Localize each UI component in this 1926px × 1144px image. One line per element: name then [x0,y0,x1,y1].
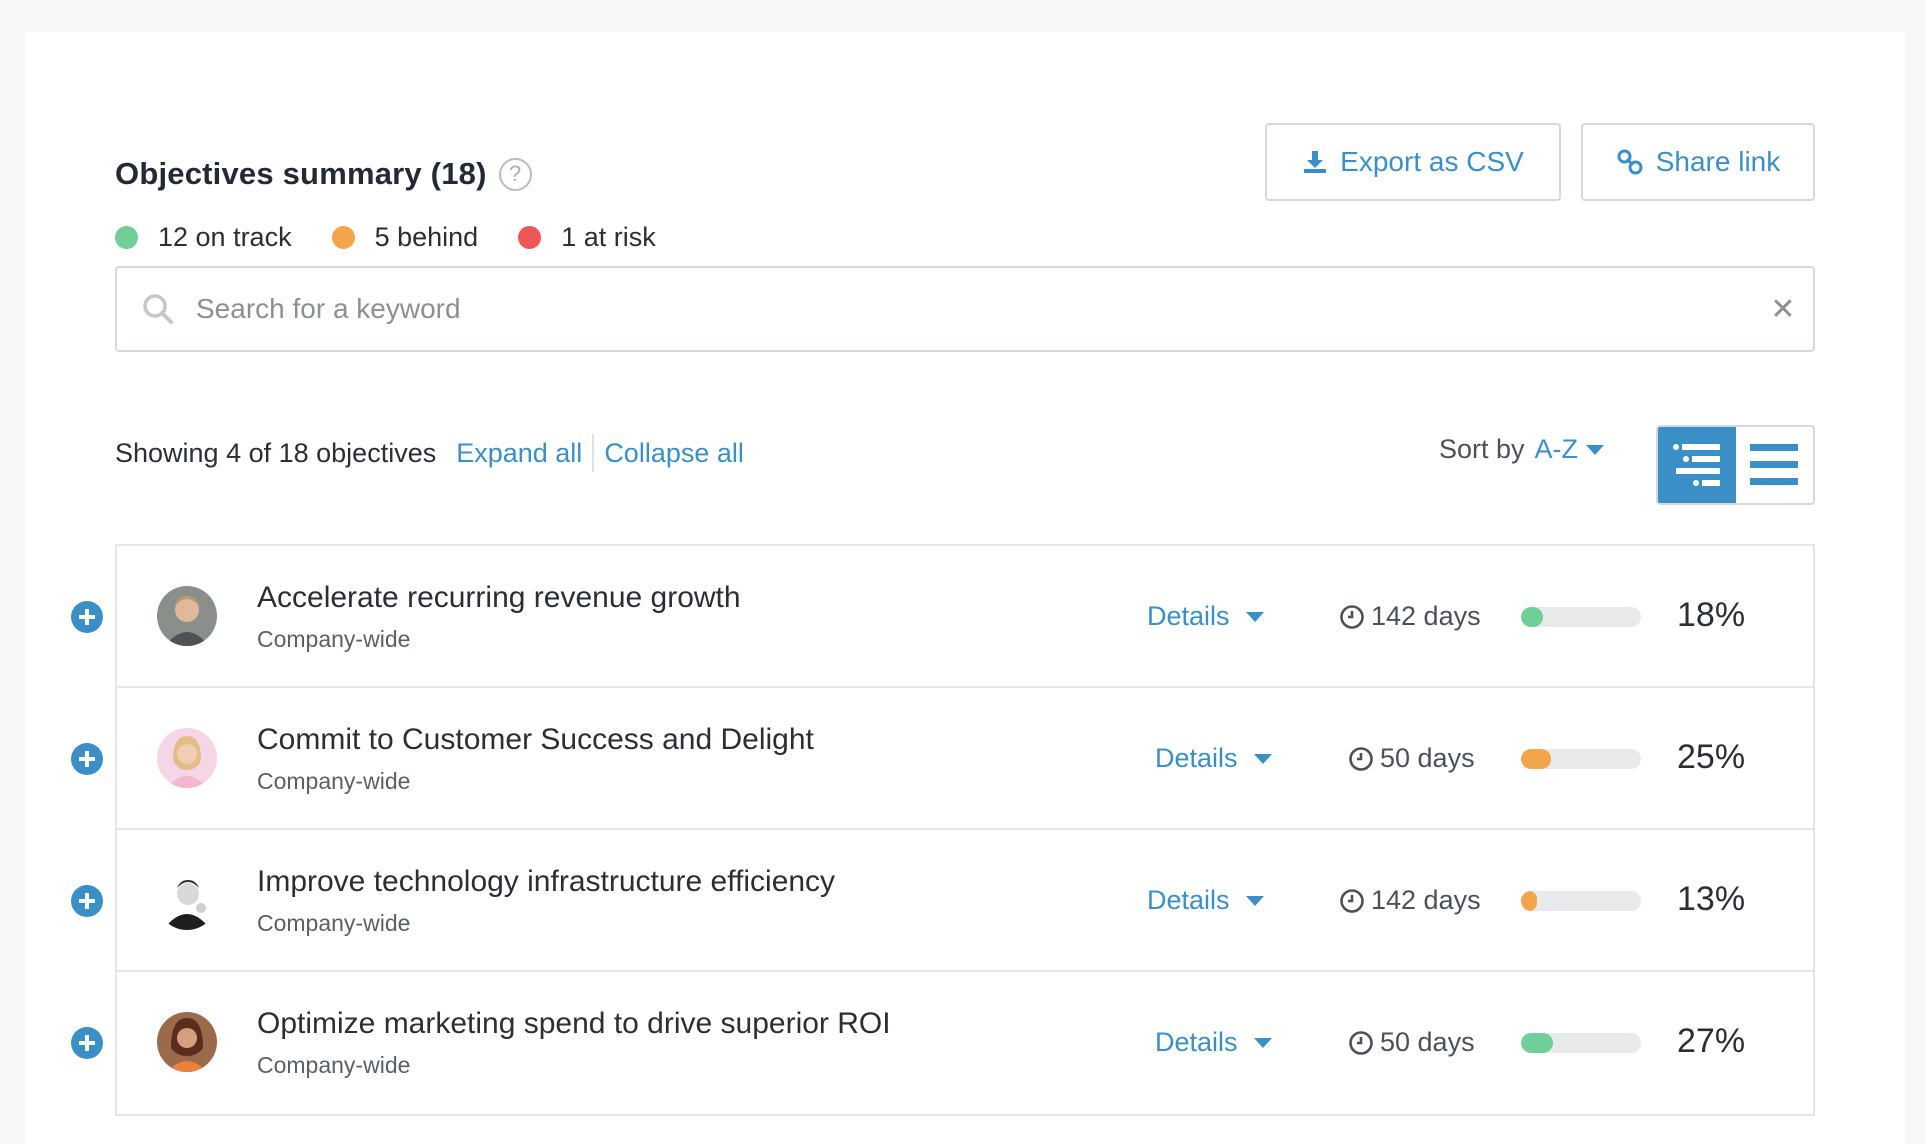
clock-icon [1348,746,1374,772]
expand-plus-icon[interactable] [71,885,103,917]
share-link-label: Share link [1655,146,1781,177]
avatar [157,870,217,930]
clear-search-icon[interactable]: ✕ [1753,292,1813,327]
objectives-content: Objectives summary (18) ? 12 on track 5 … [71,32,1815,1144]
details-dropdown[interactable]: Details [1155,1027,1272,1058]
progress-percent: 27% [1677,1022,1746,1060]
avatar [157,1012,217,1072]
collapse-all-link[interactable]: Collapse all [604,438,744,469]
progress-fill [1521,891,1537,911]
clock-icon [1339,604,1365,630]
progress-bar [1521,1033,1641,1053]
progress-fill [1521,1033,1554,1053]
time-remaining: 142 days [1339,885,1481,916]
objective-row[interactable]: Improve technology infrastructure effici… [71,830,1813,972]
search-input[interactable] [196,293,1753,325]
status-on-track: 12 on track [115,222,292,253]
expand-plus-icon[interactable] [71,743,103,775]
on-track-label: 12 on track [158,222,292,252]
link-icon [1616,148,1644,176]
objective-scope: Company-wide [257,768,411,794]
list-view-button[interactable] [1736,427,1814,503]
sort-value: A-Z [1534,434,1579,464]
status-at-risk: 1 at risk [518,222,656,253]
clock-icon [1339,888,1365,914]
at-risk-dot [518,226,542,249]
objectives-panel: Objectives summary (18) ? 12 on track 5 … [25,32,1905,1144]
behind-dot [331,226,355,249]
link-divider [592,434,595,472]
export-csv-button[interactable]: Export as CSV [1265,123,1561,201]
on-track-dot [115,226,138,249]
details-label: Details [1147,885,1230,915]
avatar [157,586,217,646]
search-bar: ✕ [115,266,1815,352]
days-remaining: 142 days [1371,885,1481,915]
details-label: Details [1155,743,1238,773]
days-remaining: 50 days [1380,743,1475,773]
chevron-down-icon [1586,444,1605,455]
help-icon[interactable]: ? [498,157,532,191]
showing-count: Showing 4 of 18 objectives [115,437,437,468]
download-icon [1302,149,1328,175]
progress-fill [1521,607,1543,627]
days-remaining: 142 days [1371,601,1481,631]
progress-fill [1521,749,1551,769]
sort-control: Sort by A-Z [1439,434,1605,465]
details-dropdown[interactable]: Details [1147,601,1264,632]
expand-all-link[interactable]: Expand all [456,438,582,469]
details-dropdown[interactable]: Details [1147,885,1264,916]
list-toolbar: Showing 4 of 18 objectives Expand all Co… [115,412,1815,505]
progress-percent: 13% [1677,880,1746,918]
progress-percent: 18% [1677,596,1746,634]
showing-info: Showing 4 of 18 objectives Expand all Co… [115,434,744,472]
objective-title[interactable]: Improve technology infrastructure effici… [257,865,835,899]
progress-bar [1521,749,1641,769]
objective-row[interactable]: Optimize marketing spend to drive superi… [71,972,1813,1114]
page-title: Objectives summary (18) [115,156,487,191]
hierarchy-view-icon [1672,444,1720,486]
share-link-button[interactable]: Share link [1581,123,1815,201]
list-view-icon [1750,444,1799,485]
sort-dropdown[interactable]: A-Z [1535,434,1605,465]
search-icon [142,293,174,325]
chevron-down-icon [1245,895,1264,906]
objective-title[interactable]: Commit to Customer Success and Delight [257,723,814,757]
progress-bar [1521,607,1641,627]
chevron-down-icon [1253,753,1272,764]
details-label: Details [1155,1027,1238,1057]
time-remaining: 50 days [1348,1027,1475,1058]
sort-label: Sort by [1439,434,1525,464]
behind-label: 5 behind [374,222,479,252]
export-csv-label: Export as CSV [1340,146,1524,177]
status-behind: 5 behind [331,222,479,253]
objective-row[interactable]: Commit to Customer Success and Delight C… [71,688,1813,830]
progress-bar [1521,891,1641,911]
view-toggle [1656,425,1815,505]
objectives-list: Accelerate recurring revenue growth Comp… [71,544,1815,1116]
status-summary: 12 on track 5 behind 1 at risk [115,222,696,253]
objective-scope: Company-wide [257,626,411,652]
expand-plus-icon[interactable] [71,1027,103,1059]
at-risk-label: 1 at risk [561,222,656,252]
hierarchy-view-button[interactable] [1658,427,1736,503]
progress-percent: 25% [1677,738,1746,776]
details-dropdown[interactable]: Details [1155,743,1272,774]
objective-title[interactable]: Accelerate recurring revenue growth [257,581,741,615]
objective-scope: Company-wide [257,1052,411,1078]
expand-plus-icon[interactable] [71,601,103,633]
avatar [157,728,217,788]
days-remaining: 50 days [1380,1027,1475,1057]
objective-row[interactable]: Accelerate recurring revenue growth Comp… [71,546,1813,688]
objective-title[interactable]: Optimize marketing spend to drive superi… [257,1007,891,1041]
chevron-down-icon [1245,611,1264,622]
title-row: Objectives summary (18) ? [115,156,532,192]
chevron-down-icon [1253,1037,1272,1048]
details-label: Details [1147,601,1230,631]
time-remaining: 50 days [1348,743,1475,774]
objective-scope: Company-wide [257,910,411,936]
time-remaining: 142 days [1339,601,1481,632]
clock-icon [1348,1030,1374,1056]
